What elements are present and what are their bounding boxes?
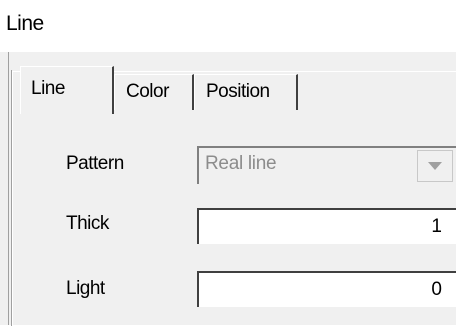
thick-label: Thick <box>66 213 109 234</box>
pattern-select[interactable]: Real line <box>197 146 456 184</box>
thick-input[interactable]: 1 <box>197 208 456 244</box>
dialog-border <box>8 52 9 325</box>
window-title: Line <box>6 12 44 35</box>
tab-position-label: Position <box>206 81 270 102</box>
tab-color[interactable]: Color <box>114 74 194 110</box>
light-input-value: 0 <box>431 279 442 300</box>
tab-line-label: Line <box>31 78 65 99</box>
tab-position[interactable]: Position <box>194 74 298 110</box>
tab-color-label: Color <box>126 81 169 102</box>
chevron-down-icon <box>428 162 442 170</box>
title-bar: Line <box>0 0 456 52</box>
light-input[interactable]: 0 <box>197 271 456 307</box>
pattern-dropdown-button[interactable] <box>417 150 453 182</box>
tab-line[interactable]: Line <box>20 66 114 114</box>
light-label: Light <box>66 278 105 299</box>
thick-input-value: 1 <box>431 216 442 237</box>
pattern-select-value: Real line <box>205 153 277 174</box>
pattern-label: Pattern <box>66 153 124 174</box>
